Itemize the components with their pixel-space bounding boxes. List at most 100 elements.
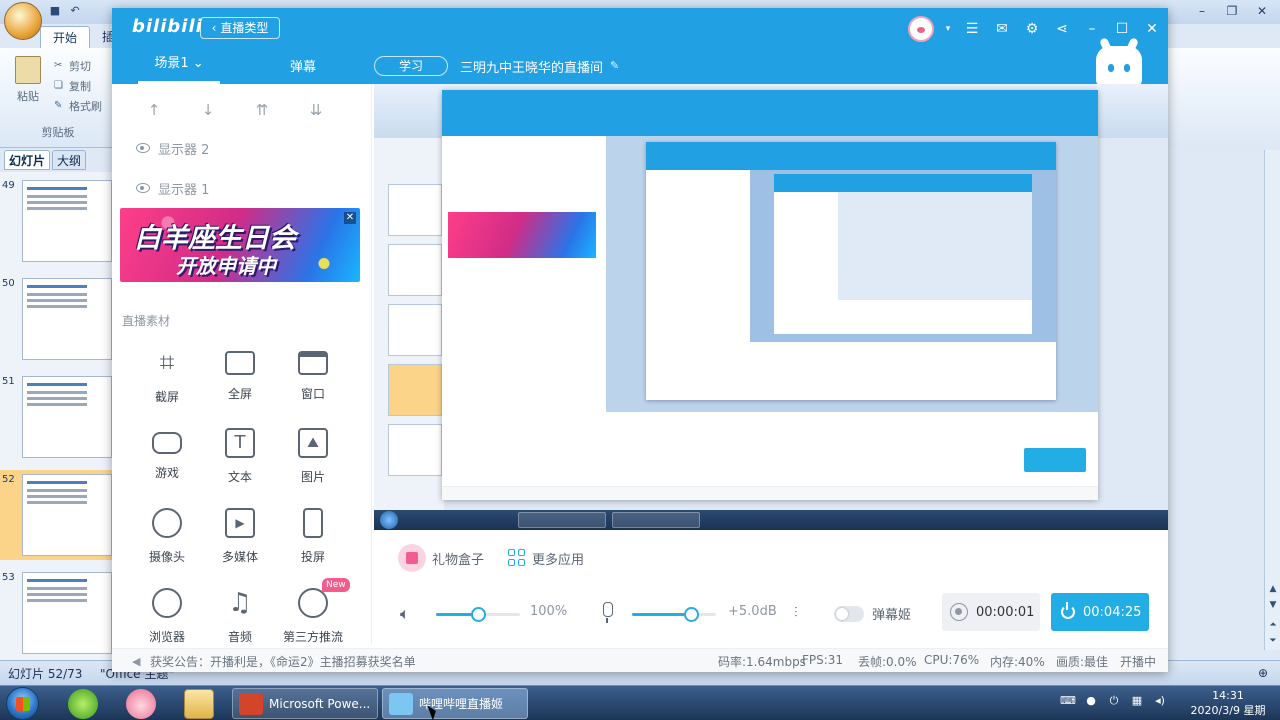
maximize-icon[interactable]: ☐ — [1112, 19, 1132, 39]
chevron-left-icon: ‹ — [211, 21, 217, 35]
slide-thumb[interactable]: 53 — [0, 568, 112, 658]
stream-preview[interactable] — [374, 84, 1168, 530]
mic-gain-slider-knob[interactable] — [684, 607, 699, 622]
notice[interactable]: ◀ 获奖公告：开播利是，《命运2》主播招募获奖名单 — [132, 653, 416, 670]
office-button[interactable] — [4, 2, 42, 40]
mixer-icon[interactable]: ⫶ — [794, 603, 814, 623]
tab-danmaku[interactable]: 弹幕 — [290, 56, 316, 75]
tab-outline[interactable]: 大纲 — [52, 150, 87, 170]
keyboard-icon[interactable]: ⌨ — [1060, 693, 1076, 709]
scroll-up-icon[interactable]: ▲ — [1266, 582, 1280, 596]
mic-gain-slider[interactable] — [632, 607, 716, 622]
volume-slider[interactable] — [436, 607, 520, 622]
copy-label: 复制 — [69, 80, 91, 93]
folder-icon[interactable] — [184, 689, 214, 719]
scene-tools: ↑ ↓ ⇈ ⇊ — [144, 100, 326, 120]
format-painter-button[interactable]: ✎ 格式刷 — [54, 98, 102, 114]
move-up-icon[interactable]: ↑ — [144, 100, 164, 120]
menu-icon[interactable]: ☰ — [962, 19, 982, 39]
chevron-down-icon: ⌄ — [192, 56, 204, 71]
gear-icon[interactable]: ⚙ — [1022, 19, 1042, 39]
system-clock[interactable]: 14:31 2020/3/9 星期一 — [1188, 688, 1268, 720]
speaker-icon[interactable]: 🔈︎ — [400, 604, 422, 624]
next-slide-icon[interactable]: ⏷ — [1266, 634, 1280, 648]
material-browser[interactable]: 浏览器 — [132, 588, 202, 650]
close-icon[interactable]: ✕ — [344, 212, 356, 224]
microphone-icon[interactable] — [600, 602, 614, 624]
category-pill[interactable]: 学习 — [374, 56, 448, 76]
pig-app-icon[interactable] — [126, 689, 156, 719]
start-button[interactable] — [6, 687, 39, 720]
ppt-window-controls: – ❐ ✕ — [1192, 2, 1272, 20]
toggle-switch[interactable] — [834, 605, 864, 622]
material-cast[interactable]: 投屏 — [278, 508, 348, 570]
caret-down-icon[interactable]: ▾ — [944, 19, 952, 39]
slide-thumb-selected[interactable]: 52 — [0, 470, 112, 560]
minimize-icon[interactable]: – — [1082, 19, 1102, 39]
paste-button[interactable]: 粘贴 — [12, 56, 44, 112]
volume-value: 100% — [530, 604, 568, 619]
app-row: 礼物盒子 更多应用 — [374, 530, 1168, 580]
share-icon[interactable]: ⋖ — [1052, 19, 1072, 39]
taskbar-item-powerpoint[interactable]: Microsoft Powe... — [232, 688, 378, 719]
zoom-in-icon[interactable]: ⊕ — [1258, 666, 1272, 680]
close-icon[interactable]: ✕ — [1142, 19, 1162, 39]
slide-thumb[interactable]: 49 — [0, 176, 112, 266]
tab-slides[interactable]: 幻灯片 — [4, 150, 51, 170]
source-item[interactable]: 显示器 2 — [136, 138, 209, 158]
vertical-scrollbar[interactable]: ▲ ▼ ⏶ ⏷ — [1264, 150, 1280, 650]
material-image[interactable]: ⛰ 图片 — [278, 428, 348, 490]
green-tray-icon[interactable]: ● — [1083, 693, 1099, 709]
save-icon[interactable]: ■ — [48, 4, 62, 18]
eye-icon[interactable] — [136, 183, 150, 193]
gift-box-button[interactable]: 礼物盒子 — [398, 544, 484, 572]
scroll-down-icon[interactable]: ▼ — [1266, 598, 1280, 612]
record-button[interactable]: 00:00:01 — [942, 593, 1040, 631]
avatar[interactable] — [908, 16, 934, 42]
prev-slide-icon[interactable]: ⏶ — [1266, 618, 1280, 632]
slide-thumb[interactable]: 50 — [0, 274, 112, 364]
material-camera[interactable]: 摄像头 — [132, 508, 202, 570]
material-fullscreen[interactable]: 全屏 — [205, 348, 275, 410]
network-icon[interactable]: ▦ — [1129, 693, 1145, 709]
eye-icon[interactable] — [136, 143, 150, 153]
promo-banner[interactable]: 白羊座生日会 开放申请中 ✕ — [120, 208, 360, 282]
source-item[interactable]: 显示器 1 — [136, 178, 209, 198]
slide-thumb[interactable]: 51 — [0, 372, 112, 462]
undo-icon[interactable]: ↶ — [68, 4, 82, 18]
material-crop[interactable]: ⌗ 截屏 — [132, 348, 202, 410]
material-window[interactable]: 窗口 — [278, 348, 348, 410]
more-apps-button[interactable]: 更多应用 — [508, 544, 584, 572]
stop-live-button[interactable]: 00:04:25 — [1051, 593, 1149, 631]
material-media[interactable]: ▶ 多媒体 — [205, 508, 275, 570]
restore-icon[interactable]: ❐ — [1222, 2, 1242, 20]
taskbar-item-bilibili-live[interactable]: 哔哩哔哩直播姬 — [382, 688, 528, 719]
preview-taskbar — [374, 510, 1168, 530]
live-type-button[interactable]: ‹ 直播类型 — [200, 17, 280, 39]
cut-button[interactable]: ✂ 剪切 — [54, 58, 91, 74]
move-down-icon[interactable]: ↓ — [198, 100, 218, 120]
plug-icon[interactable]: ⏻ — [1106, 693, 1122, 709]
material-text[interactable]: T 文本 — [205, 428, 275, 490]
mail-icon[interactable]: ✉ — [992, 19, 1012, 39]
danmaku-girl-toggle[interactable]: 弹幕姬 — [834, 604, 911, 623]
copy-button[interactable]: ❏ 复制 — [54, 78, 91, 94]
minimize-icon[interactable]: – — [1192, 2, 1212, 20]
edit-icon[interactable]: ✎ — [610, 59, 624, 73]
tab-scene[interactable]: 场景1 ⌄ — [138, 56, 220, 84]
stat-cpu: CPU:76% — [924, 653, 980, 667]
volume-icon[interactable]: ◂) — [1152, 693, 1168, 709]
clipboard-group-label: 剪贴板 — [41, 126, 75, 139]
material-label: 音频 — [227, 630, 252, 644]
green-app-icon[interactable] — [68, 689, 98, 719]
tab-home[interactable]: 开始 — [40, 26, 91, 48]
material-label: 全屏 — [227, 387, 252, 401]
material-third-party-stream[interactable]: New 第三方推流 — [278, 578, 350, 650]
record-icon — [950, 603, 968, 621]
volume-slider-knob[interactable] — [471, 607, 486, 622]
move-bottom-icon[interactable]: ⇊ — [306, 100, 326, 120]
close-icon[interactable]: ✕ — [1252, 2, 1272, 20]
material-audio[interactable]: ♫ 音频 — [205, 588, 275, 650]
material-game[interactable]: 游戏 — [132, 428, 202, 490]
move-top-icon[interactable]: ⇈ — [252, 100, 272, 120]
